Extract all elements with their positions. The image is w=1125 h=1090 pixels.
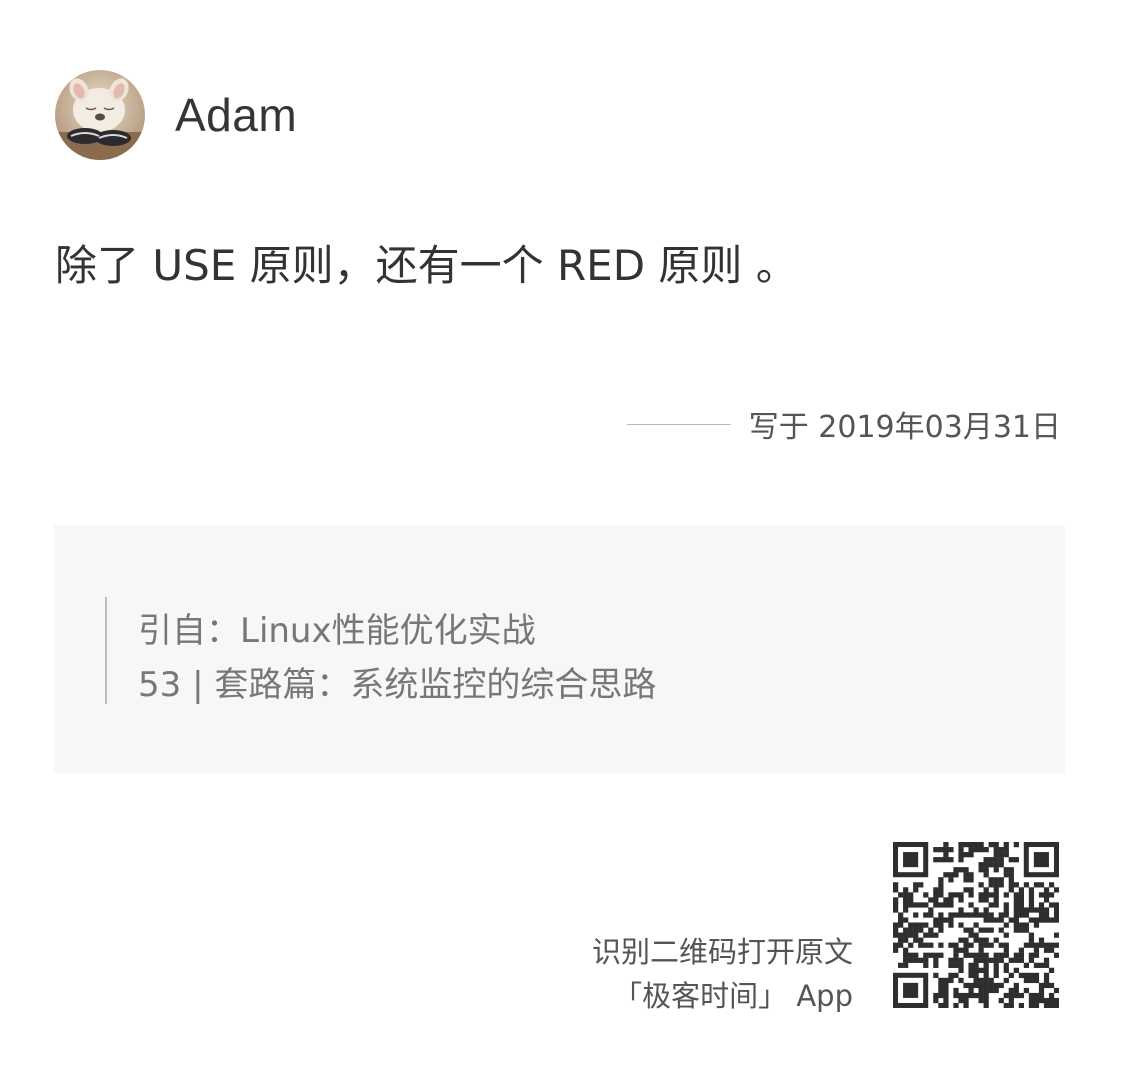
quote-article-title: 53 | 套路篇：系统监控的综合思路	[138, 665, 657, 705]
qr-caption: 识别二维码打开原文 「极客时间」 App	[592, 930, 853, 1018]
written-date: 写于 2019年03月31日	[748, 410, 1061, 445]
quote-block[interactable]: 引自：Linux性能优化实战 53 | 套路篇：系统监控的综合思路	[54, 525, 1065, 773]
qr-code[interactable]	[893, 842, 1059, 1008]
qr-caption-line2: 「极客时间」 App	[613, 979, 853, 1013]
note-text: 除了 USE 原则，还有一个 RED 原则 。	[55, 241, 798, 290]
qr-caption-line1: 识别二维码打开原文	[591, 935, 853, 969]
quote-source: 引自：Linux性能优化实战	[138, 611, 536, 651]
date-row: 写于 2019年03月31日	[626, 403, 1061, 445]
author-header: Adam	[55, 70, 297, 160]
author-name[interactable]: Adam	[175, 88, 297, 142]
quote-bar	[105, 597, 107, 704]
avatar[interactable]	[55, 70, 145, 160]
avatar-photo-icon	[55, 70, 145, 160]
date-divider	[626, 423, 731, 425]
qr-code-icon	[893, 842, 1059, 1008]
